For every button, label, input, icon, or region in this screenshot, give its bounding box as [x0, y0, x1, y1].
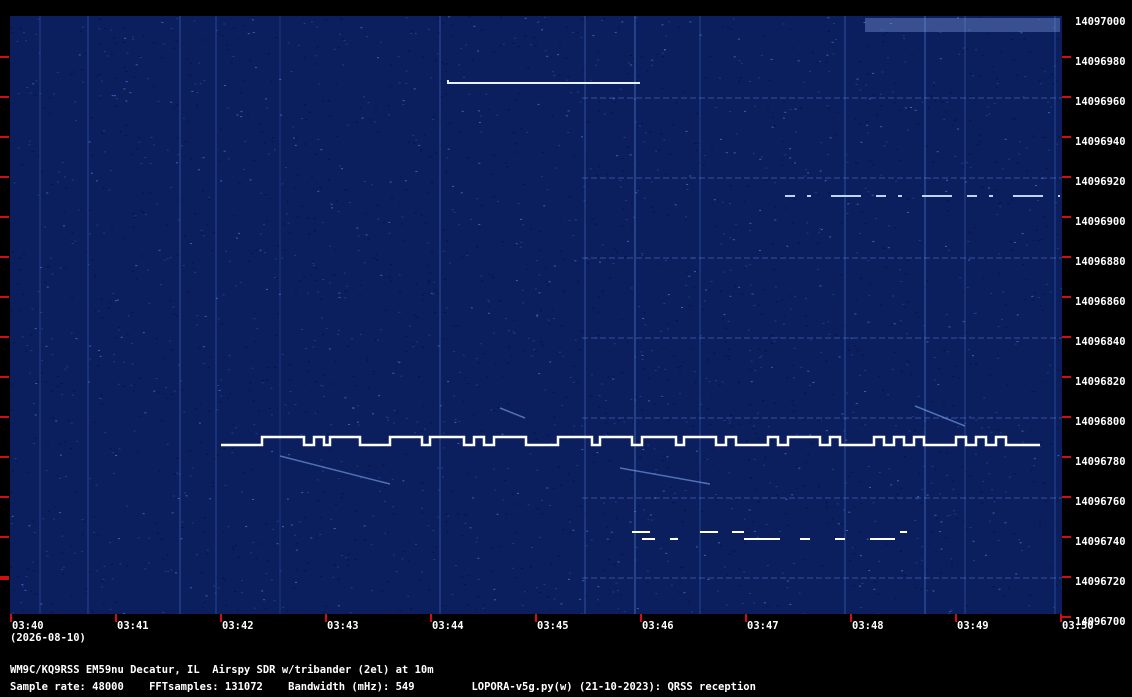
- drift-trace: [279, 455, 391, 485]
- y-tick-label: 14096720: [1075, 576, 1126, 588]
- y-tick-mark-right: [1062, 136, 1071, 138]
- x-tick-label: 03:46: [642, 620, 674, 632]
- x-tick-label: 03:41: [117, 620, 149, 632]
- y-tick-mark: [0, 536, 9, 538]
- y-tick-mark-right: [1062, 216, 1071, 218]
- spectrogram-plot: [10, 16, 1062, 614]
- signal-fsk-main: [221, 435, 1040, 447]
- y-tick-mark-right: [1062, 336, 1071, 338]
- date-label: (2026-08-10): [10, 632, 86, 644]
- y-tick-mark-right: [1062, 416, 1071, 418]
- x-tick-label: 03:40: [12, 620, 44, 632]
- drift-trace: [619, 467, 711, 485]
- y-tick-label: 14096980: [1075, 56, 1126, 68]
- y-tick-label: 14096880: [1075, 256, 1126, 268]
- x-tick-label: 03:50: [1062, 620, 1094, 632]
- x-tick-label: 03:48: [852, 620, 884, 632]
- y-tick-mark: [0, 336, 9, 338]
- y-tick-mark: [0, 456, 9, 458]
- signal-dashed-lower: [632, 531, 907, 540]
- x-tick-label: 03:47: [747, 620, 779, 632]
- y-tick-label: 14096960: [1075, 96, 1126, 108]
- signal-band-top: [865, 18, 1060, 32]
- drift-trace: [914, 405, 966, 427]
- y-tick-mark: [0, 96, 9, 98]
- y-tick-label: 14096760: [1075, 496, 1126, 508]
- y-tick-label: 14096840: [1075, 336, 1126, 348]
- x-tick-label: 03:49: [957, 620, 989, 632]
- y-tick-mark-right: [1062, 536, 1071, 538]
- reception-params: Sample rate: 48000 FFTsamples: 131072 Ba…: [10, 681, 756, 693]
- y-tick-mark: [0, 376, 9, 378]
- x-tick-label: 03:45: [537, 620, 569, 632]
- y-tick-mark-right: [1062, 296, 1071, 298]
- y-tick-mark-right: [1062, 176, 1071, 178]
- y-tick-label: 14096820: [1075, 376, 1126, 388]
- y-tick-mark-right: [1062, 616, 1071, 618]
- y-tick-mark-right: [1062, 576, 1071, 578]
- y-tick-mark: [0, 578, 9, 580]
- y-tick-mark: [0, 216, 9, 218]
- y-tick-mark-right: [1062, 456, 1071, 458]
- x-tick-label: 03:43: [327, 620, 359, 632]
- noise-floor: [10, 16, 1062, 614]
- signal-wavy: [447, 80, 640, 84]
- y-tick-mark-right: [1062, 56, 1071, 58]
- y-tick-mark: [0, 176, 9, 178]
- y-tick-label: 14096740: [1075, 536, 1126, 548]
- y-tick-mark-right: [1062, 496, 1071, 498]
- y-tick-mark: [0, 296, 9, 298]
- y-tick-mark: [0, 256, 9, 258]
- y-tick-mark: [0, 496, 9, 498]
- y-tick-mark: [0, 56, 9, 58]
- x-tick-label: 03:44: [432, 620, 464, 632]
- y-tick-label: 14096920: [1075, 176, 1126, 188]
- y-tick-label: 14096800: [1075, 416, 1126, 428]
- y-tick-label: 14096940: [1075, 136, 1126, 148]
- y-tick-mark-right: [1062, 96, 1071, 98]
- y-tick-label: 14096860: [1075, 296, 1126, 308]
- y-tick-label: 14096780: [1075, 456, 1126, 468]
- y-tick-mark-right: [1062, 376, 1071, 378]
- station-info: WM9C/KQ9RSS EM59nu Decatur, IL Airspy SD…: [10, 664, 434, 676]
- y-tick-mark: [0, 136, 9, 138]
- y-tick-label: 14096900: [1075, 216, 1126, 228]
- x-tick-label: 03:42: [222, 620, 254, 632]
- y-tick-mark-right: [1062, 256, 1071, 258]
- drift-trace: [499, 407, 526, 419]
- y-tick-mark: [0, 416, 9, 418]
- y-tick-label: 14097000: [1075, 16, 1126, 28]
